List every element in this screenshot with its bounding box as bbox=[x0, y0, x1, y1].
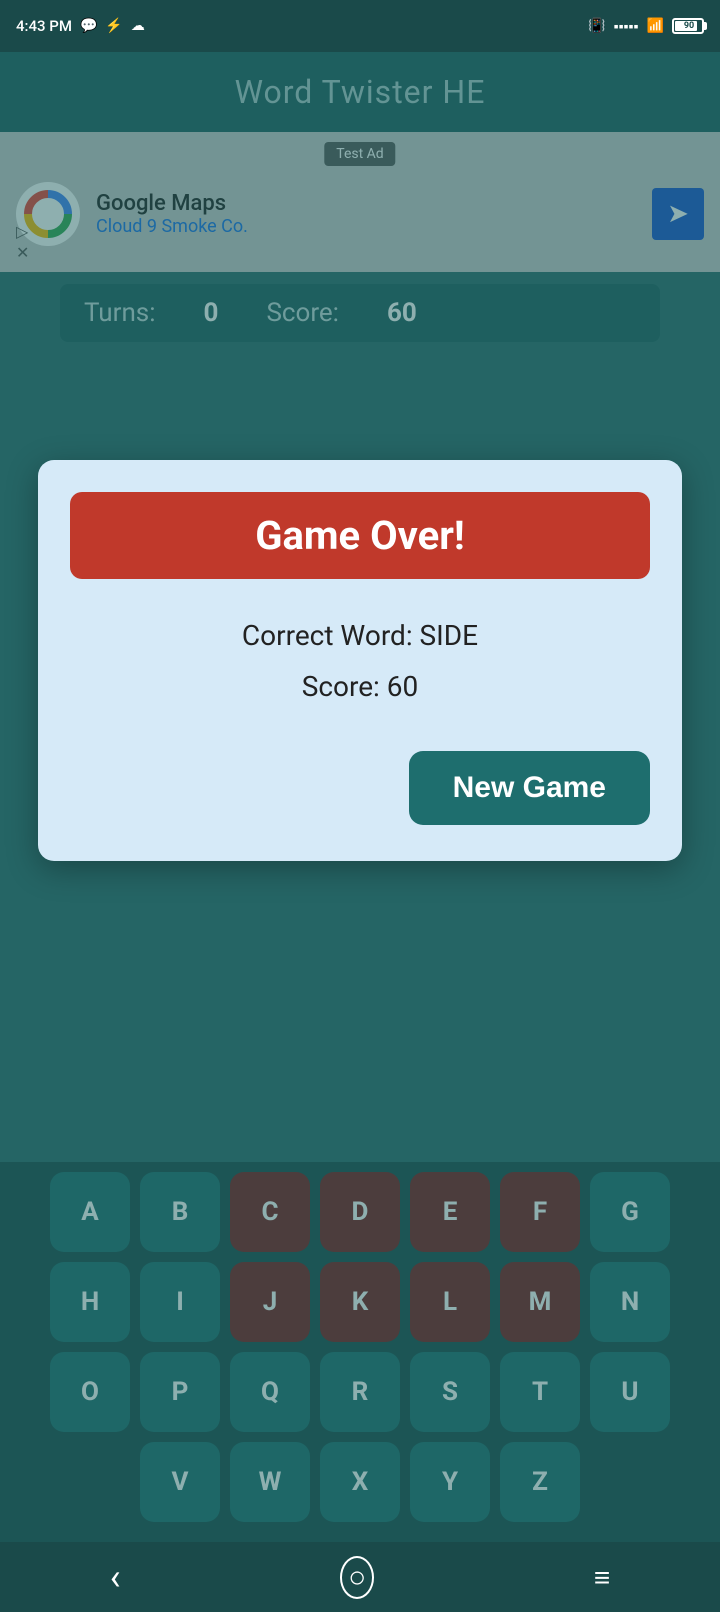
whatsapp-icon: 💬 bbox=[80, 18, 97, 34]
signal-icon: ▪▪▪▪▪ bbox=[614, 18, 639, 35]
nav-home-icon[interactable]: ○ bbox=[340, 1556, 374, 1599]
cloud-icon: ☁ bbox=[131, 18, 145, 34]
battery-icon: 90 bbox=[672, 18, 704, 34]
vibrate-icon: 📳 bbox=[588, 18, 605, 34]
usb-icon: ⚡ bbox=[105, 18, 122, 34]
modal-title: Game Over! bbox=[70, 492, 650, 579]
status-bar: 4:43 PM 💬 ⚡ ☁ 📳 ▪▪▪▪▪ 📶 90 bbox=[0, 0, 720, 52]
new-game-button[interactable]: New Game bbox=[409, 751, 650, 825]
status-right: 📳 ▪▪▪▪▪ 📶 90 bbox=[588, 18, 704, 35]
nav-bar: ‹ ○ ≡ bbox=[0, 1542, 720, 1612]
nav-back-icon[interactable]: ‹ bbox=[110, 1556, 121, 1598]
modal-score-text: Score: 60 bbox=[70, 670, 650, 703]
nav-menu-icon[interactable]: ≡ bbox=[594, 1561, 610, 1594]
correct-word-text: Correct Word: SIDE bbox=[70, 619, 650, 652]
status-time: 4:43 PM bbox=[16, 17, 72, 35]
wifi-icon: 📶 bbox=[647, 18, 664, 34]
status-left: 4:43 PM 💬 ⚡ ☁ bbox=[16, 17, 145, 35]
game-over-modal: Game Over! Correct Word: SIDE Score: 60 … bbox=[38, 460, 682, 861]
modal-body: Correct Word: SIDE Score: 60 New Game bbox=[70, 619, 650, 825]
